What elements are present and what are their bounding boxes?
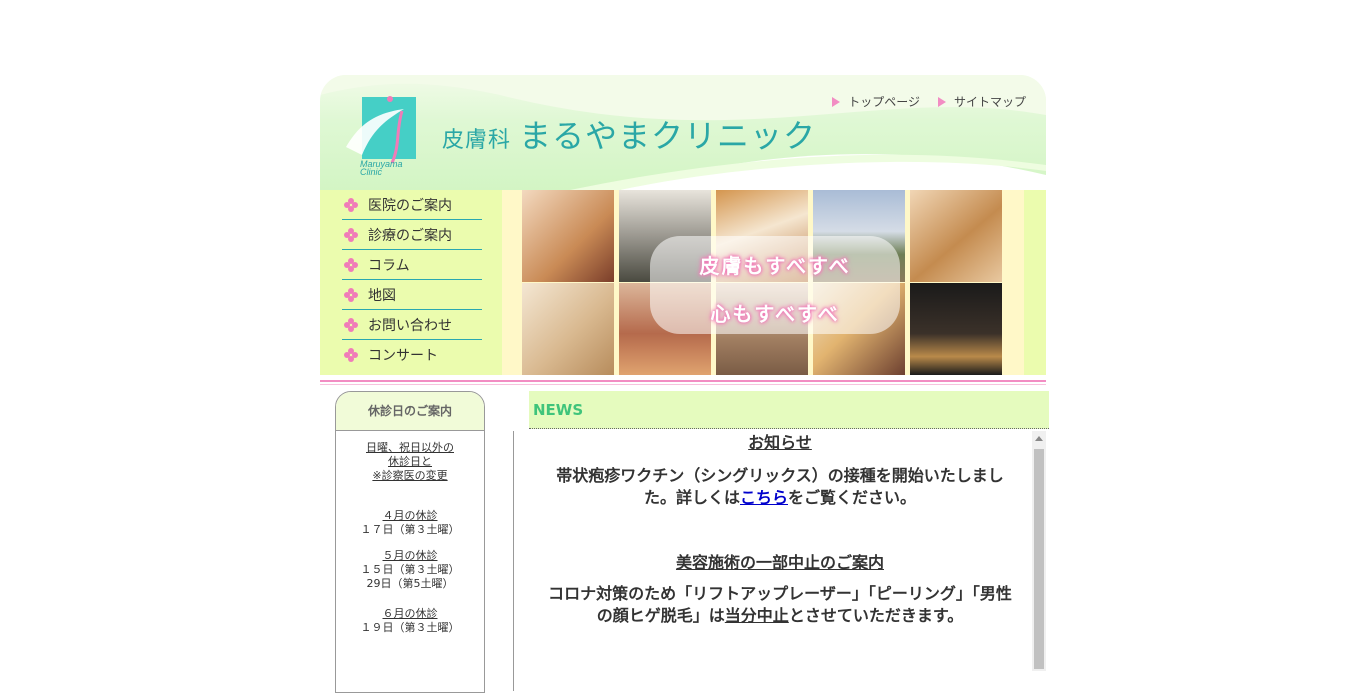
news-title: NEWS (533, 401, 584, 419)
column-divider (513, 431, 514, 691)
nav-item-concert[interactable]: コンサート (342, 340, 482, 370)
top-page-link[interactable]: トップページ (832, 93, 920, 110)
news-content[interactable]: お知らせ 帯状疱疹ワクチン（シングリックス）の接種を開始いたしました。詳しくはこ… (529, 431, 1031, 671)
nav-photo-band: 医院のご案内 診療のご案内 コラム 地図 お問い合わせ コンサート 皮膚もすべす… (320, 190, 1046, 375)
scroll-thumb[interactable] (1034, 449, 1044, 669)
holiday-notice-line[interactable]: ※診察医の変更 (336, 469, 484, 483)
holiday-body: 日曜、祝日以外の 休診日と ※診察医の変更 ４月の休診 １７日（第３土曜） ５月… (336, 431, 484, 635)
triangle-arrow-icon (937, 96, 946, 107)
news-scrollbar[interactable] (1032, 431, 1046, 671)
photo-flowers (522, 283, 614, 375)
divider-line-thin (320, 384, 1046, 385)
header: Maruyama Clinic 皮膚科 まるやまクリニック トップページ サイトマ… (320, 75, 1046, 190)
flower-bullet-icon (344, 257, 358, 272)
photo-wood-beams (910, 190, 1002, 282)
holiday-day: １９日（第３土曜） (360, 621, 460, 634)
clinic-name: 皮膚科 まるやまクリニック (442, 111, 816, 157)
photo-collage: 皮膚もすべすべ 心もすべすべ (522, 190, 1002, 375)
flower-bullet-icon (344, 317, 358, 332)
holiday-month-label[interactable]: ６月の休診 (336, 607, 484, 621)
top-page-link-label: トップページ (848, 95, 920, 109)
nav-item-contact[interactable]: お問い合わせ (342, 310, 482, 340)
news-body-2: コロナ対策のため「リフトアップレーザー」「ピーリング」「男性の顔ヒゲ脱毛」は当分… (541, 583, 1019, 627)
photo-exterior-night (910, 283, 1002, 375)
photo-interior-1 (522, 190, 614, 282)
logo-text-2: Clinic (360, 167, 383, 175)
nav-item-label: 医院のご案内 (368, 197, 452, 214)
slogan-line-1: 皮膚もすべすべ (699, 254, 851, 278)
news-heading-2: 美容施術の一部中止のご案内 (675, 553, 884, 572)
triangle-arrow-icon (832, 96, 841, 107)
nav-item-clinic-info[interactable]: 医院のご案内 (342, 190, 482, 220)
clinic-title: まるやまクリニック (519, 117, 817, 155)
nav-item-map[interactable]: 地図 (342, 280, 482, 310)
slogan-line-2: 心もすべすべ (710, 302, 840, 326)
holiday-month-block: ５月の休診 １５日（第３土曜） 29日（第5土曜） (336, 549, 484, 591)
news-heading-1: お知らせ (748, 433, 812, 452)
holiday-month-block: ６月の休診 １９日（第３土曜） (336, 607, 484, 635)
news-body-1: 帯状疱疹ワクチン（シングリックス）の接種を開始いたしました。詳しくはこちらをご覧… (541, 465, 1019, 509)
flower-bullet-icon (344, 287, 358, 302)
news-header: NEWS (529, 391, 1049, 429)
news-body-2-underline: 当分中止 (724, 606, 789, 625)
top-links: トップページ サイトマップ (832, 93, 1026, 110)
nav-item-column[interactable]: コラム (342, 250, 482, 280)
scroll-up-icon[interactable] (1035, 436, 1043, 441)
nav-item-label: コンサート (368, 348, 438, 364)
holiday-title: 休診日のご案内 (336, 392, 484, 431)
nav-item-label: 地図 (368, 287, 396, 304)
holiday-info-box: 休診日のご案内 日曜、祝日以外の 休診日と ※診察医の変更 ４月の休診 １７日（… (335, 391, 485, 693)
flower-bullet-icon (344, 227, 358, 242)
holiday-notice-line[interactable]: 休診日と (336, 455, 484, 469)
nav-item-label: コラム (368, 257, 410, 274)
flower-bullet-icon (344, 348, 358, 362)
news-body-1-text-end: をご覧ください。 (788, 488, 917, 507)
nav-item-label: 診療のご案内 (368, 227, 452, 244)
flower-bullet-icon (344, 197, 358, 212)
clinic-logo[interactable]: Maruyama Clinic (346, 95, 418, 177)
sitemap-link-label: サイトマップ (953, 95, 1026, 109)
holiday-day: 29日（第5土曜） (366, 577, 454, 590)
holiday-notice-line[interactable]: 日曜、祝日以外の (336, 441, 484, 455)
photo-panel: 皮膚もすべすべ 心もすべすべ (502, 190, 1024, 375)
nav-item-treatment-info[interactable]: 診療のご案内 (342, 220, 482, 250)
holiday-month-label[interactable]: ４月の休診 (336, 509, 484, 523)
clinic-dept: 皮膚科 (442, 128, 512, 153)
divider-line (320, 380, 1046, 382)
holiday-day: １７日（第３土曜） (360, 523, 460, 536)
news-body-2-text-end: とさせていただきます。 (788, 606, 964, 625)
holiday-month-label[interactable]: ５月の休診 (336, 549, 484, 563)
main-nav: 医院のご案内 診療のご案内 コラム 地図 お問い合わせ コンサート (342, 190, 482, 370)
nav-item-label: お問い合わせ (368, 317, 452, 334)
site-container: Maruyama Clinic 皮膚科 まるやまクリニック トップページ サイトマ… (320, 75, 1049, 693)
news-link-here[interactable]: こちら (740, 488, 788, 507)
holiday-month-block: ４月の休診 １７日（第３土曜） (336, 509, 484, 537)
sitemap-link[interactable]: サイトマップ (937, 93, 1026, 110)
slogan-overlay: 皮膚もすべすべ 心もすべすべ (650, 236, 900, 334)
holiday-day: １５日（第３土曜） (360, 563, 460, 576)
